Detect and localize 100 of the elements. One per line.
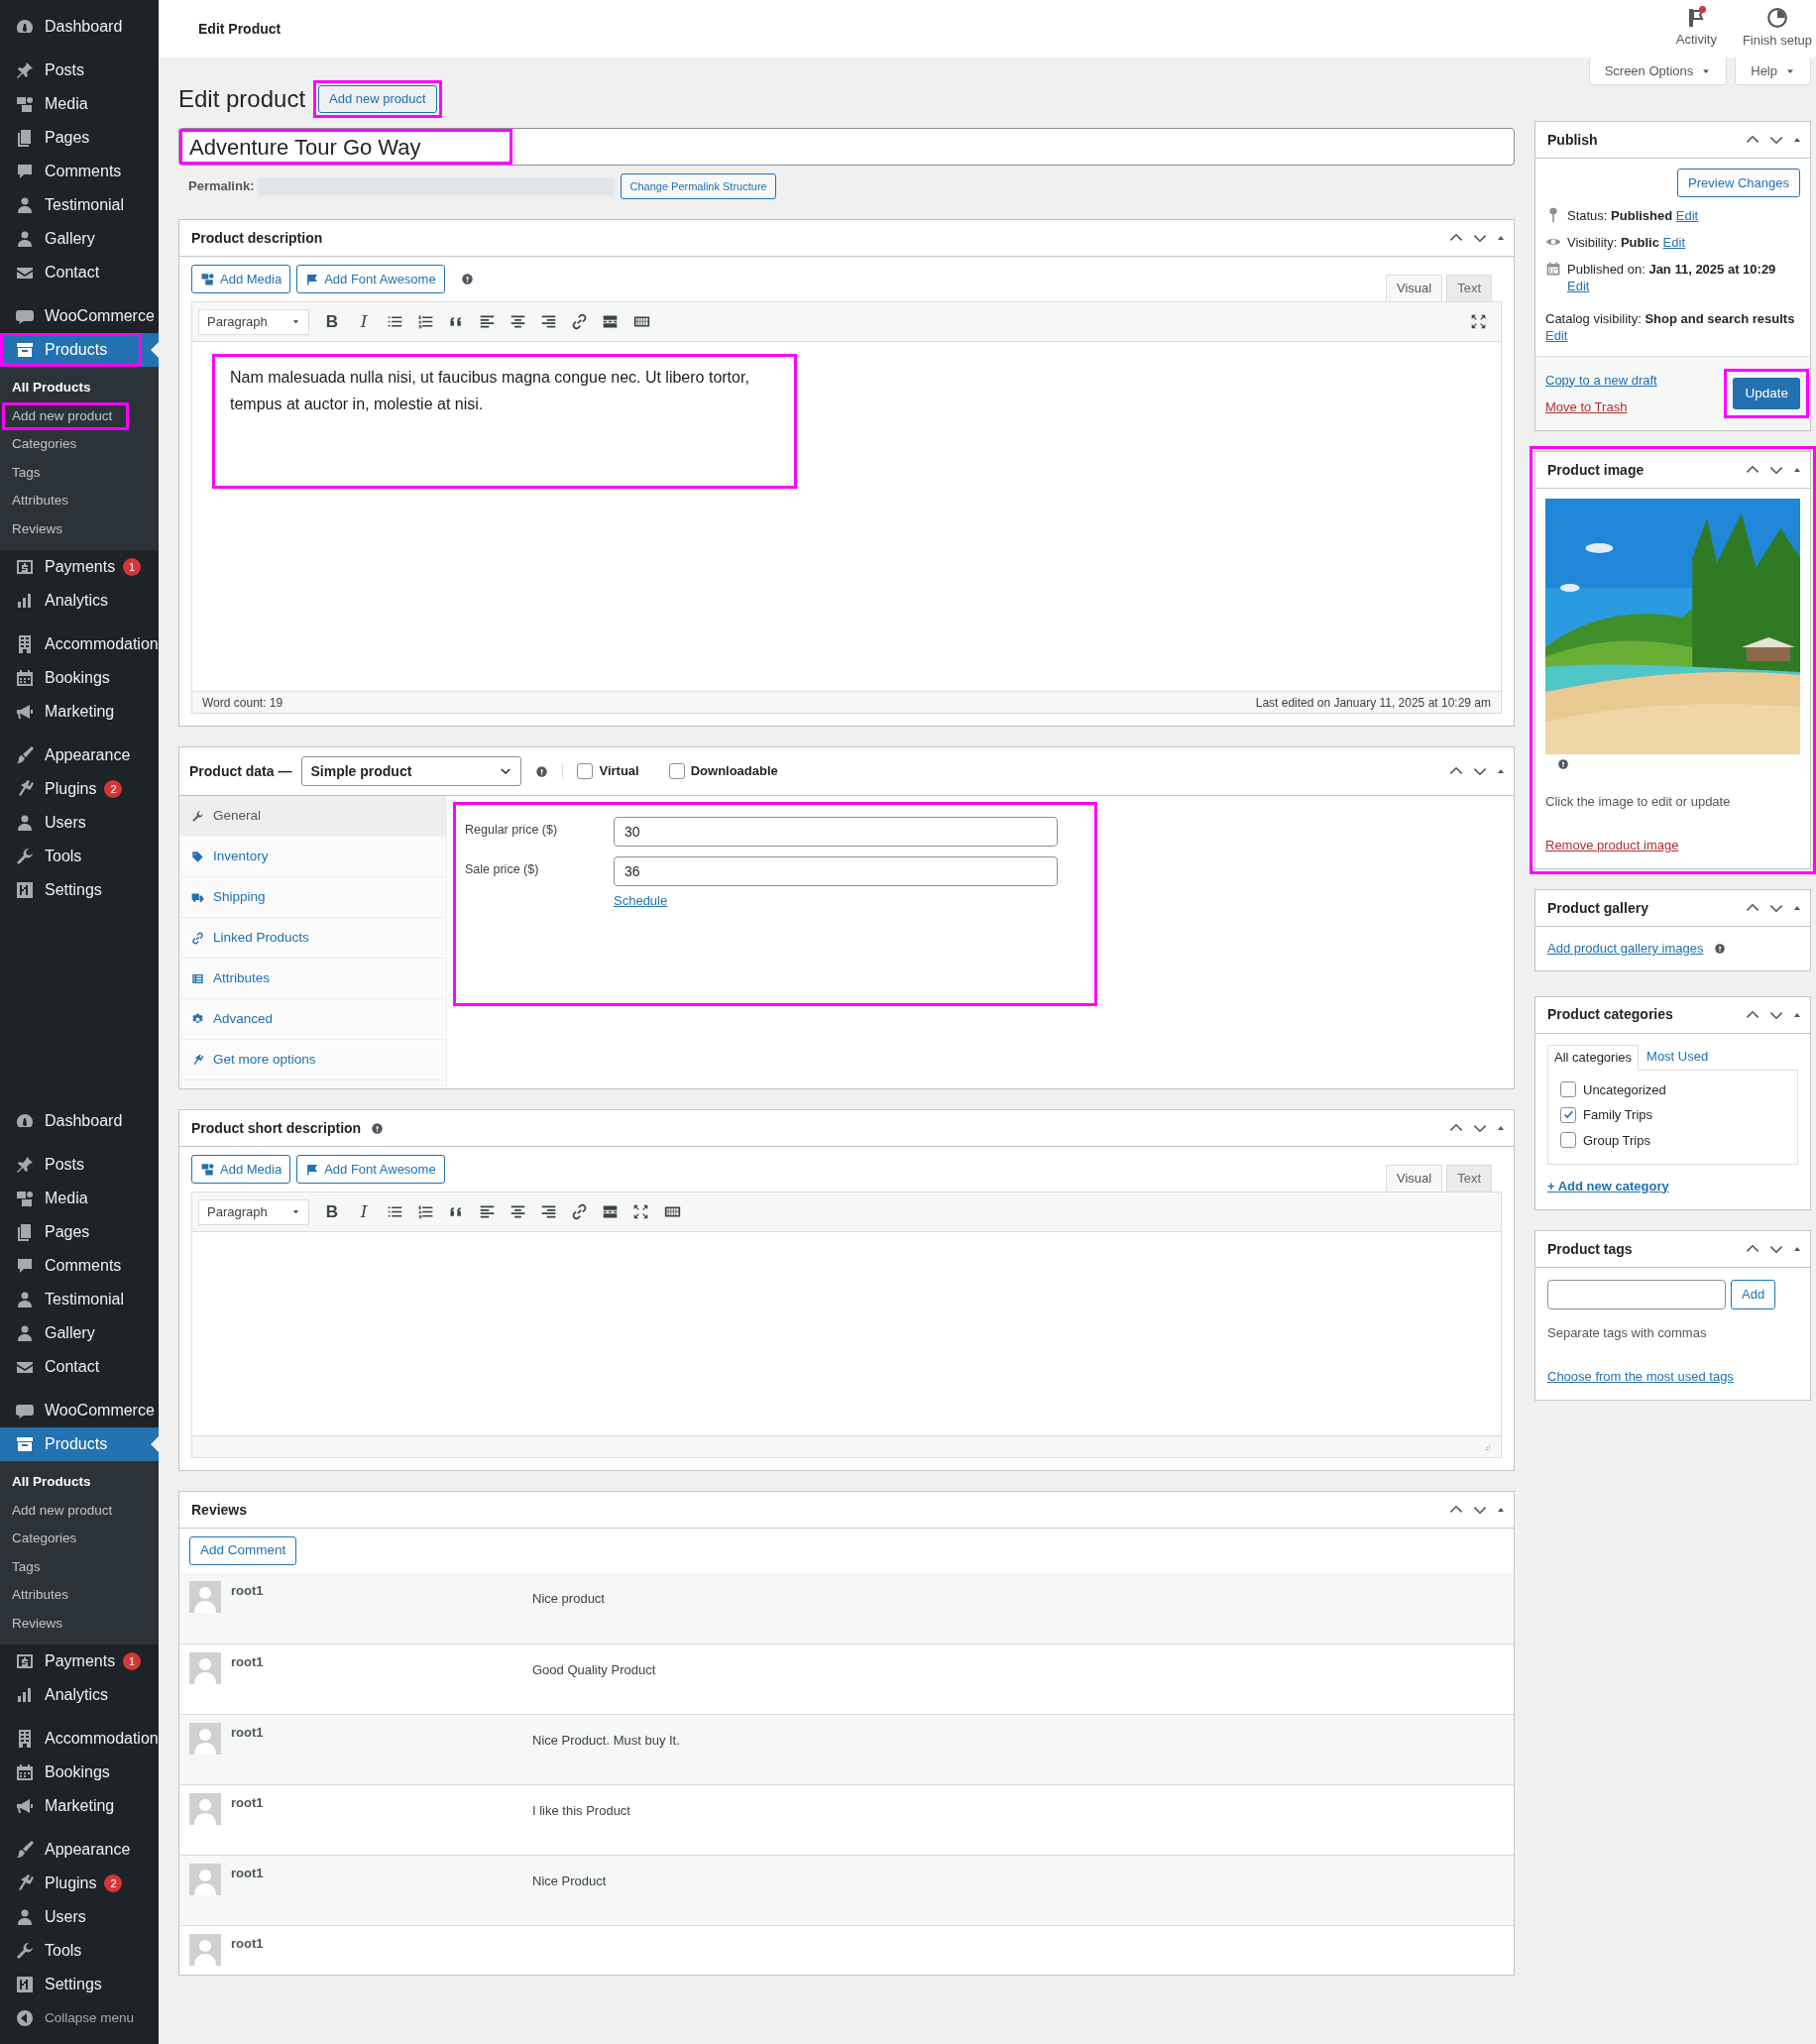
sidebar-item[interactable]: Settings [0,873,159,907]
checkbox[interactable] [668,763,685,779]
sidebar-item[interactable]: Products [0,1427,159,1461]
sidebar-item[interactable]: Plugins 2 [0,772,159,806]
keyboard-icon[interactable] [663,1203,682,1220]
bulleted-list-icon[interactable] [387,313,403,330]
sidebar-item[interactable]: Settings [0,1968,159,2001]
sidebar-item[interactable]: Posts [0,54,159,87]
category-tab[interactable]: Most Used [1641,1043,1715,1070]
editor-tab[interactable]: Visual [1385,275,1443,301]
bold-button[interactable]: B [323,1198,341,1225]
sidebar-item[interactable]: Accommodation [0,627,159,661]
keyboard-icon[interactable] [632,313,651,330]
edit-link[interactable]: Edit [1675,208,1699,223]
move-to-trash-link[interactable]: Move to Trash [1545,397,1657,417]
screen-options-button[interactable]: Screen Options [1588,57,1728,85]
sidebar-item[interactable]: Dashboard [0,1104,159,1138]
fullscreen-icon[interactable] [632,1203,649,1220]
sidebar-item[interactable]: Comments [0,1249,159,1283]
sidebar-item[interactable]: Gallery [0,222,159,256]
submenu-item[interactable]: Tags [0,458,159,487]
category-tab[interactable]: All categories [1547,1044,1640,1071]
sidebar-item[interactable]: Plugins 2 [0,1867,159,1900]
read-more-icon[interactable] [602,1203,619,1220]
update-button[interactable]: Update [1733,378,1800,409]
tag-input-field[interactable] [1547,1280,1726,1309]
sidebar-item[interactable]: Media [0,87,159,121]
product-data-tab[interactable]: Shipping [179,877,446,918]
sidebar-item[interactable]: Analytics [0,1678,159,1712]
italic-button[interactable]: I [355,308,373,335]
sidebar-item[interactable]: Marketing [0,695,159,729]
add-tag-button[interactable]: Add [1731,1280,1776,1309]
align-center-icon[interactable] [510,1203,526,1220]
checkbox[interactable] [1560,1106,1576,1123]
submenu-item[interactable]: Attributes [0,487,159,515]
sidebar-item[interactable]: WooCommerce [0,299,159,333]
sidebar-item[interactable]: Contact [0,256,159,289]
category-option[interactable]: Group Trips [1560,1130,1785,1150]
sidebar-item[interactable]: Appearance [0,1833,159,1867]
checkbox[interactable] [577,763,594,779]
product-data-tab[interactable]: Advanced [179,999,446,1040]
fullscreen-icon[interactable] [1470,313,1487,330]
product-data-tab[interactable]: Attributes [179,959,446,999]
editor-tab[interactable]: Text [1446,275,1492,301]
product-data-tab[interactable]: General [179,796,446,837]
checkbox[interactable] [1560,1132,1576,1149]
product-data-tab[interactable]: Get more options [179,1040,446,1080]
submenu-item[interactable]: Add new product [0,401,159,430]
add-comment-button[interactable]: Add Comment [189,1536,297,1565]
add-font-awesome-button[interactable]: Add Font Awesome [296,265,445,293]
submenu-item[interactable]: Reviews [0,1609,159,1638]
copy-draft-link[interactable]: Copy to a new draft [1545,370,1657,390]
sidebar-item[interactable]: Dashboard [0,10,159,44]
price-field[interactable]: 30 [614,817,1058,847]
sidebar-item[interactable]: Marketing [0,1789,159,1823]
sidebar-item[interactable]: Users [0,1900,159,1934]
submenu-item[interactable]: All Products [0,374,159,402]
align-right-icon[interactable] [540,1203,557,1220]
sidebar-item[interactable]: Posts [0,1148,159,1182]
sidebar-item[interactable]: Tools [0,840,159,873]
collapse-menu-link[interactable]: Collapse menu [0,2001,159,2035]
add-font-awesome-button[interactable]: Add Font Awesome [296,1155,445,1184]
title-field[interactable]: Adventure Tour Go Way [178,128,1515,166]
price-field[interactable]: 36 [614,856,1058,886]
numbered-list-icon[interactable] [417,1203,434,1220]
italic-button[interactable]: I [355,1198,373,1225]
align-right-icon[interactable] [540,313,557,330]
align-left-icon[interactable] [479,313,496,330]
sidebar-item[interactable]: Pages [0,121,159,155]
category-option[interactable]: Uncategorized [1560,1079,1785,1099]
sidebar-item[interactable]: Media [0,1182,159,1215]
preview-changes-button[interactable]: Preview Changes [1677,169,1800,197]
submenu-item[interactable]: Attributes [0,1581,159,1610]
editor-tab[interactable]: Text [1446,1165,1492,1192]
checkbox-option[interactable]: Downloadable [668,761,778,781]
checkbox[interactable] [1560,1081,1576,1098]
sidebar-item[interactable]: Bookings [0,1756,159,1789]
submenu-item[interactable]: Tags [0,1552,159,1581]
add-new-button[interactable]: Add new product [318,85,437,113]
category-option[interactable]: Family Trips [1560,1105,1785,1125]
add-category-link[interactable]: + Add new category [1547,1176,1669,1195]
link-icon[interactable] [571,313,588,330]
remove-image-link[interactable]: Remove product image [1545,835,1679,854]
format-dropdown[interactable]: Paragraph [198,308,309,335]
align-left-icon[interactable] [479,1203,496,1220]
product-data-tab[interactable]: Inventory [179,837,446,877]
read-more-icon[interactable] [602,313,619,330]
sidebar-item[interactable]: Tools [0,1934,159,1968]
bold-button[interactable]: B [323,308,341,335]
change-permalink-button[interactable]: Change Permalink Structure [621,173,776,199]
schedule-link[interactable]: Schedule [614,891,668,911]
sidebar-item[interactable]: Contact [0,1350,159,1384]
edit-link[interactable]: Edit [1545,328,1568,343]
link-icon[interactable] [571,1203,588,1220]
format-dropdown[interactable]: Paragraph [198,1198,309,1225]
sidebar-item[interactable]: Testimonial [0,1283,159,1316]
submenu-item[interactable]: Categories [0,430,159,459]
submenu-item[interactable]: Categories [0,1525,159,1553]
checkbox-option[interactable]: Virtual [577,761,639,781]
sidebar-item[interactable]: Comments [0,155,159,188]
